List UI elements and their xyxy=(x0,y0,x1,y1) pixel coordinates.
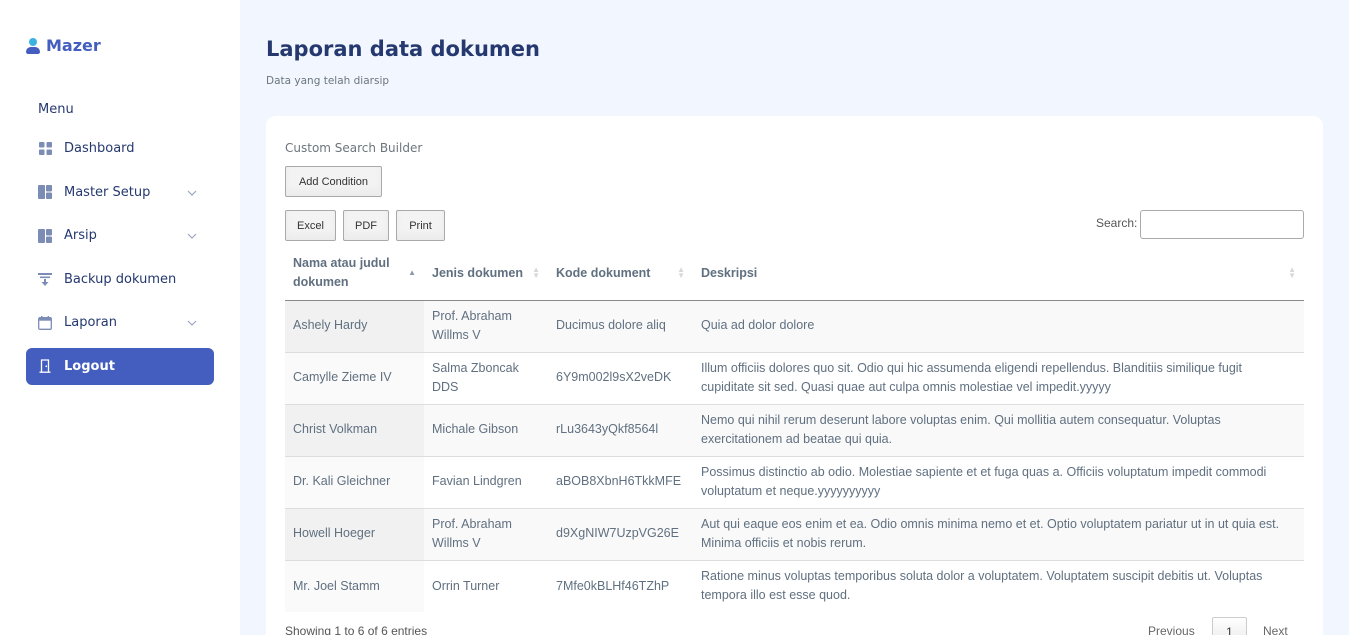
column-header-nama[interactable]: Nama atau judul dokumen ▲ xyxy=(285,247,424,301)
cell-jenis: Prof. Abraham Willms V xyxy=(424,300,548,352)
search-label: Search: xyxy=(1096,216,1138,230)
cell-nama: Christ Volkman xyxy=(285,403,424,456)
sort-icon: ▲ ▼ xyxy=(677,265,685,281)
search-input[interactable] xyxy=(1140,210,1304,239)
chevron-down-icon xyxy=(184,316,200,329)
table-row[interactable]: Ashely Hardy Prof. Abraham Willms V Duci… xyxy=(285,300,1304,352)
table-row[interactable]: Camylle Zieme IV Salma Zboncak DDS 6Y9m0… xyxy=(285,351,1304,404)
pagination-page-1[interactable]: 1 xyxy=(1212,617,1247,635)
table-row[interactable]: Dr. Kali Gleichner Favian Lindgren aBOB8… xyxy=(285,455,1304,508)
add-condition-button[interactable]: Add Condition xyxy=(285,166,382,197)
column-header-label: Jenis dokumen xyxy=(432,265,523,280)
column-header-label: Kode dokument xyxy=(556,265,651,280)
sidebar: Mazer Menu Dashboard Master Setup Arsip xyxy=(0,0,240,635)
table-info: Showing 1 to 6 of 6 entries xyxy=(285,624,428,635)
column-header-label: Deskripsi xyxy=(701,265,758,280)
cell-deskripsi: Ratione minus voluptas temporibus soluta… xyxy=(693,559,1304,612)
column-header-label: Nama atau judul dokumen xyxy=(293,256,390,290)
chevron-down-icon xyxy=(184,186,200,199)
cell-jenis: Michale Gibson xyxy=(424,403,548,456)
sidebar-item-label: Laporan xyxy=(64,315,117,330)
cell-kode: Ducimus dolore aliq xyxy=(548,300,693,352)
cell-kode: aBOB8XbnH6TkkMFE xyxy=(548,455,693,508)
table-row[interactable]: Christ Volkman Michale Gibson rLu3643yQk… xyxy=(285,403,1304,456)
cell-kode: rLu3643yQkf8564l xyxy=(548,403,693,456)
sidebar-item-backup-dokumen[interactable]: Backup dokumen xyxy=(26,261,214,298)
sidebar-item-arsip[interactable]: Arsip xyxy=(26,217,214,254)
pdf-export-button[interactable]: PDF xyxy=(343,210,389,241)
cell-deskripsi: Nemo qui nihil rerum deserunt labore vol… xyxy=(693,403,1304,456)
cell-jenis: Orrin Turner xyxy=(424,559,548,612)
column-header-kode[interactable]: Kode dokument ▲ ▼ xyxy=(548,247,693,301)
cell-kode: 6Y9m002l9sX2veDK xyxy=(548,351,693,404)
layout-icon xyxy=(38,228,52,243)
calendar-icon xyxy=(38,315,52,330)
cell-kode: 7Mfe0kBLHf46TZhP xyxy=(548,559,693,612)
cell-nama: Ashely Hardy xyxy=(285,300,424,352)
sidebar-item-label: Dashboard xyxy=(64,141,135,156)
documents-table: Nama atau judul dokumen ▲ Jenis dokumen … xyxy=(285,247,1304,612)
sidebar-item-master-setup[interactable]: Master Setup xyxy=(26,174,214,211)
table-header-row: Nama atau judul dokumen ▲ Jenis dokumen … xyxy=(285,247,1304,301)
column-header-jenis[interactable]: Jenis dokumen ▲ ▼ xyxy=(424,247,548,301)
cell-deskripsi: Possimus distinctio ab odio. Molestiae s… xyxy=(693,455,1304,508)
cell-nama: Camylle Zieme IV xyxy=(285,351,424,404)
print-button[interactable]: Print xyxy=(396,210,445,241)
table-row[interactable]: Mr. Joel Stamm Orrin Turner 7Mfe0kBLHf46… xyxy=(285,559,1304,612)
cell-nama: Howell Hoeger xyxy=(285,507,424,560)
sidebar-item-label: Master Setup xyxy=(64,184,151,200)
sort-icon: ▲ xyxy=(408,268,416,278)
cell-deskripsi: Aut qui eaque eos enim et ea. Odio omnis… xyxy=(693,507,1304,560)
sort-icon: ▲ ▼ xyxy=(1288,265,1296,281)
sidebar-item-logout[interactable]: Logout xyxy=(26,347,214,385)
sort-icon: ▲ ▼ xyxy=(532,265,540,281)
brand-logo[interactable]: Mazer xyxy=(26,36,101,55)
sidebar-nav: Dashboard Master Setup Arsip Backup doku… xyxy=(26,130,214,391)
cell-nama: Dr. Kali Gleichner xyxy=(285,455,424,508)
cell-jenis: Salma Zboncak DDS xyxy=(424,351,548,404)
menu-title: Menu xyxy=(38,102,74,117)
sidebar-item-dashboard[interactable]: Dashboard xyxy=(26,130,214,167)
sidebar-item-label: Backup dokumen xyxy=(64,271,177,287)
pagination-previous[interactable]: Previous xyxy=(1148,624,1195,635)
sidebar-item-label: Arsip xyxy=(64,228,97,243)
cell-nama: Mr. Joel Stamm xyxy=(285,559,424,612)
cell-deskripsi: Quia ad dolor dolore xyxy=(693,300,1304,352)
custom-search-builder-title: Custom Search Builder xyxy=(285,141,423,155)
sidebar-item-laporan[interactable]: Laporan xyxy=(26,304,214,341)
grid-icon xyxy=(38,142,52,156)
cell-jenis: Prof. Abraham Willms V xyxy=(424,507,548,560)
cell-jenis: Favian Lindgren xyxy=(424,455,548,508)
report-card: Custom Search Builder Add Condition Exce… xyxy=(266,116,1323,635)
table-row[interactable]: Howell Hoeger Prof. Abraham Willms V d9X… xyxy=(285,507,1304,560)
cell-kode: d9XgNIW7UzpVG26E xyxy=(548,507,693,560)
page-subtitle: Data yang telah diarsip xyxy=(266,75,390,87)
cell-deskripsi: Illum officiis dolores quo sit. Odio qui… xyxy=(693,351,1304,404)
brand-name: Mazer xyxy=(46,36,101,55)
layout-icon xyxy=(38,185,52,199)
door-icon xyxy=(38,359,52,373)
pagination-next[interactable]: Next xyxy=(1263,624,1288,635)
sidebar-item-label: Logout xyxy=(64,358,115,374)
column-header-deskripsi[interactable]: Deskripsi ▲ ▼ xyxy=(693,247,1304,301)
backup-icon xyxy=(38,272,52,286)
chevron-down-icon xyxy=(184,229,200,242)
page-title: Laporan data dokumen xyxy=(266,37,540,61)
user-icon xyxy=(26,37,40,55)
excel-export-button[interactable]: Excel xyxy=(285,210,336,241)
